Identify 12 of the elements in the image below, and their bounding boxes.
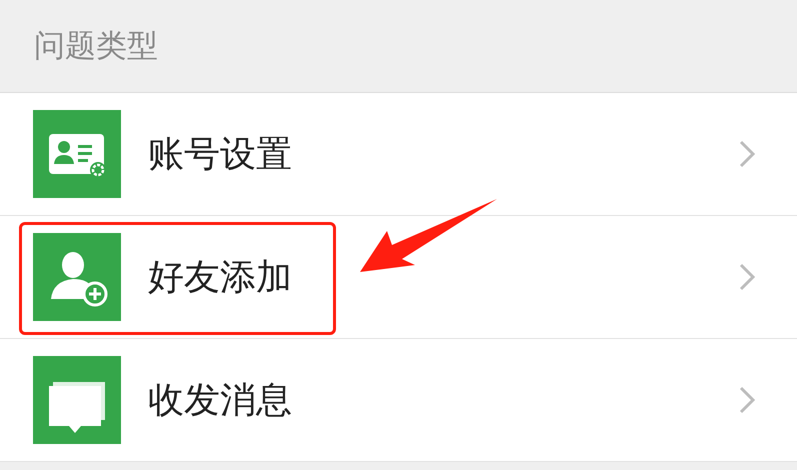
message-icon bbox=[33, 356, 121, 444]
chevron-right-icon bbox=[737, 385, 757, 415]
item-label: 好友添加 bbox=[148, 256, 293, 300]
item-label: 账号设置 bbox=[148, 132, 293, 176]
list-item[interactable]: 账号设置 bbox=[0, 93, 797, 216]
add-person-icon bbox=[33, 233, 121, 321]
chevron-right-icon bbox=[737, 262, 757, 292]
item-label: 收发消息 bbox=[148, 378, 293, 422]
contact-card-icon bbox=[33, 110, 121, 198]
chevron-right-icon bbox=[737, 139, 757, 169]
list-item[interactable]: 收发消息 bbox=[0, 339, 797, 462]
section-title: 问题类型 bbox=[34, 27, 158, 66]
